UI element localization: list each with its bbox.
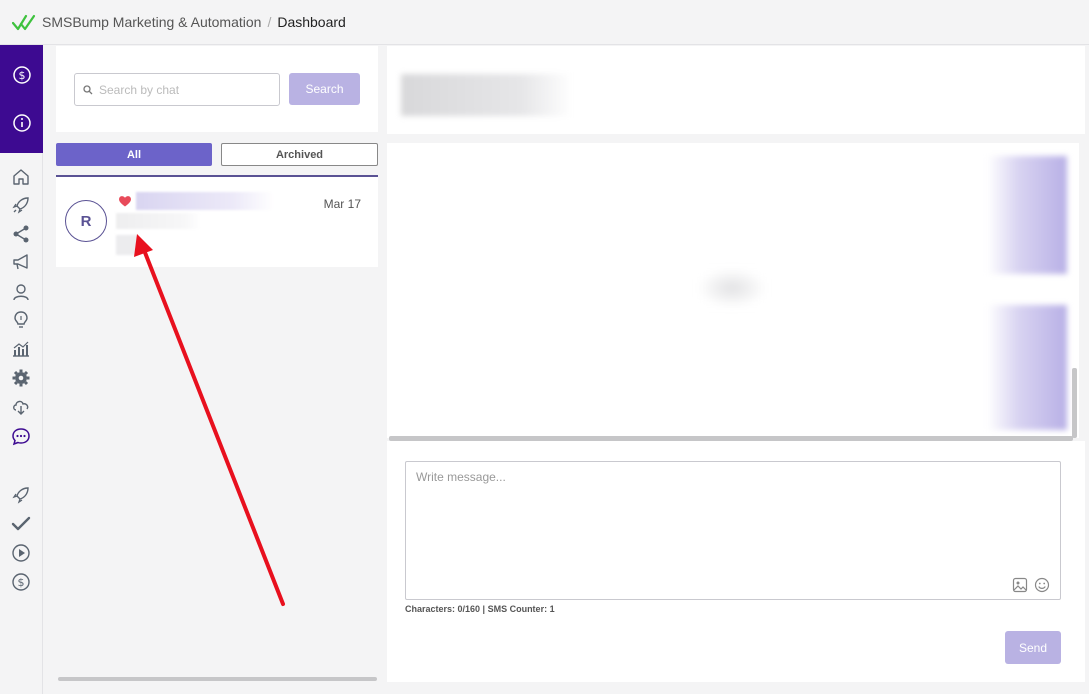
- message-bubble-redacted: [987, 305, 1067, 430]
- chat-icon[interactable]: [11, 426, 31, 446]
- dollar-circle-icon[interactable]: $: [11, 572, 31, 592]
- contact-header-redacted: [401, 74, 573, 116]
- search-icon: [83, 84, 93, 94]
- share-icon[interactable]: [11, 224, 31, 244]
- rocket-outline-icon[interactable]: [11, 485, 31, 505]
- rail-top-section: $: [0, 45, 43, 153]
- search-panel: Search: [56, 46, 378, 132]
- message-input[interactable]: [406, 462, 1060, 599]
- breadcrumb-separator: /: [267, 14, 272, 30]
- tab-archived[interactable]: Archived: [221, 143, 378, 166]
- character-counter: Characters: 0/160 | SMS Counter: 1: [405, 604, 555, 614]
- search-input[interactable]: [99, 82, 269, 97]
- conversation-messages: [387, 143, 1079, 438]
- image-attach-icon[interactable]: [1012, 577, 1028, 593]
- home-icon[interactable]: [11, 167, 31, 187]
- top-bar: SMSBump Marketing & Automation / Dashboa…: [0, 0, 1089, 45]
- check-icon[interactable]: [11, 514, 31, 534]
- dollar-icon[interactable]: $: [12, 65, 32, 85]
- message-center-redacted: [697, 268, 767, 308]
- tab-all[interactable]: All: [56, 143, 212, 166]
- search-button[interactable]: Search: [289, 73, 360, 105]
- svg-text:$: $: [18, 576, 25, 589]
- megaphone-icon[interactable]: [11, 252, 31, 272]
- chat-date: Mar 17: [323, 197, 361, 211]
- avatar: R: [65, 200, 107, 242]
- svg-text:$: $: [18, 69, 25, 82]
- conversation-header: [387, 46, 1085, 134]
- contact-name-redacted: [136, 192, 274, 210]
- send-button[interactable]: Send: [1005, 631, 1061, 664]
- message-box[interactable]: [405, 461, 1061, 600]
- message-bubble-redacted: [987, 156, 1067, 274]
- rocket-icon[interactable]: [11, 195, 31, 215]
- emoji-icon[interactable]: [1034, 577, 1050, 593]
- chart-icon[interactable]: [11, 339, 31, 359]
- chat-list-item[interactable]: R Mar 17: [56, 175, 378, 267]
- play-icon[interactable]: [11, 543, 31, 563]
- app-name-link[interactable]: SMSBump Marketing & Automation: [42, 14, 261, 30]
- smsbump-logo-icon: [12, 14, 36, 31]
- message-meta-redacted: [116, 235, 138, 255]
- gear-icon[interactable]: [11, 368, 31, 388]
- message-preview-redacted: [116, 213, 202, 229]
- chat-list-horizontal-scrollbar[interactable]: [58, 677, 377, 681]
- breadcrumb-current: Dashboard: [277, 14, 346, 30]
- heart-icon[interactable]: [118, 194, 132, 208]
- conversation-vertical-scrollbar[interactable]: [1072, 368, 1077, 438]
- user-icon[interactable]: [11, 282, 31, 302]
- info-icon[interactable]: [12, 113, 32, 133]
- compose-area: Characters: 0/160 | SMS Counter: 1 Send: [387, 441, 1085, 682]
- search-field[interactable]: [74, 73, 280, 106]
- lightbulb-icon[interactable]: [11, 310, 31, 330]
- cloud-icon[interactable]: [11, 396, 31, 416]
